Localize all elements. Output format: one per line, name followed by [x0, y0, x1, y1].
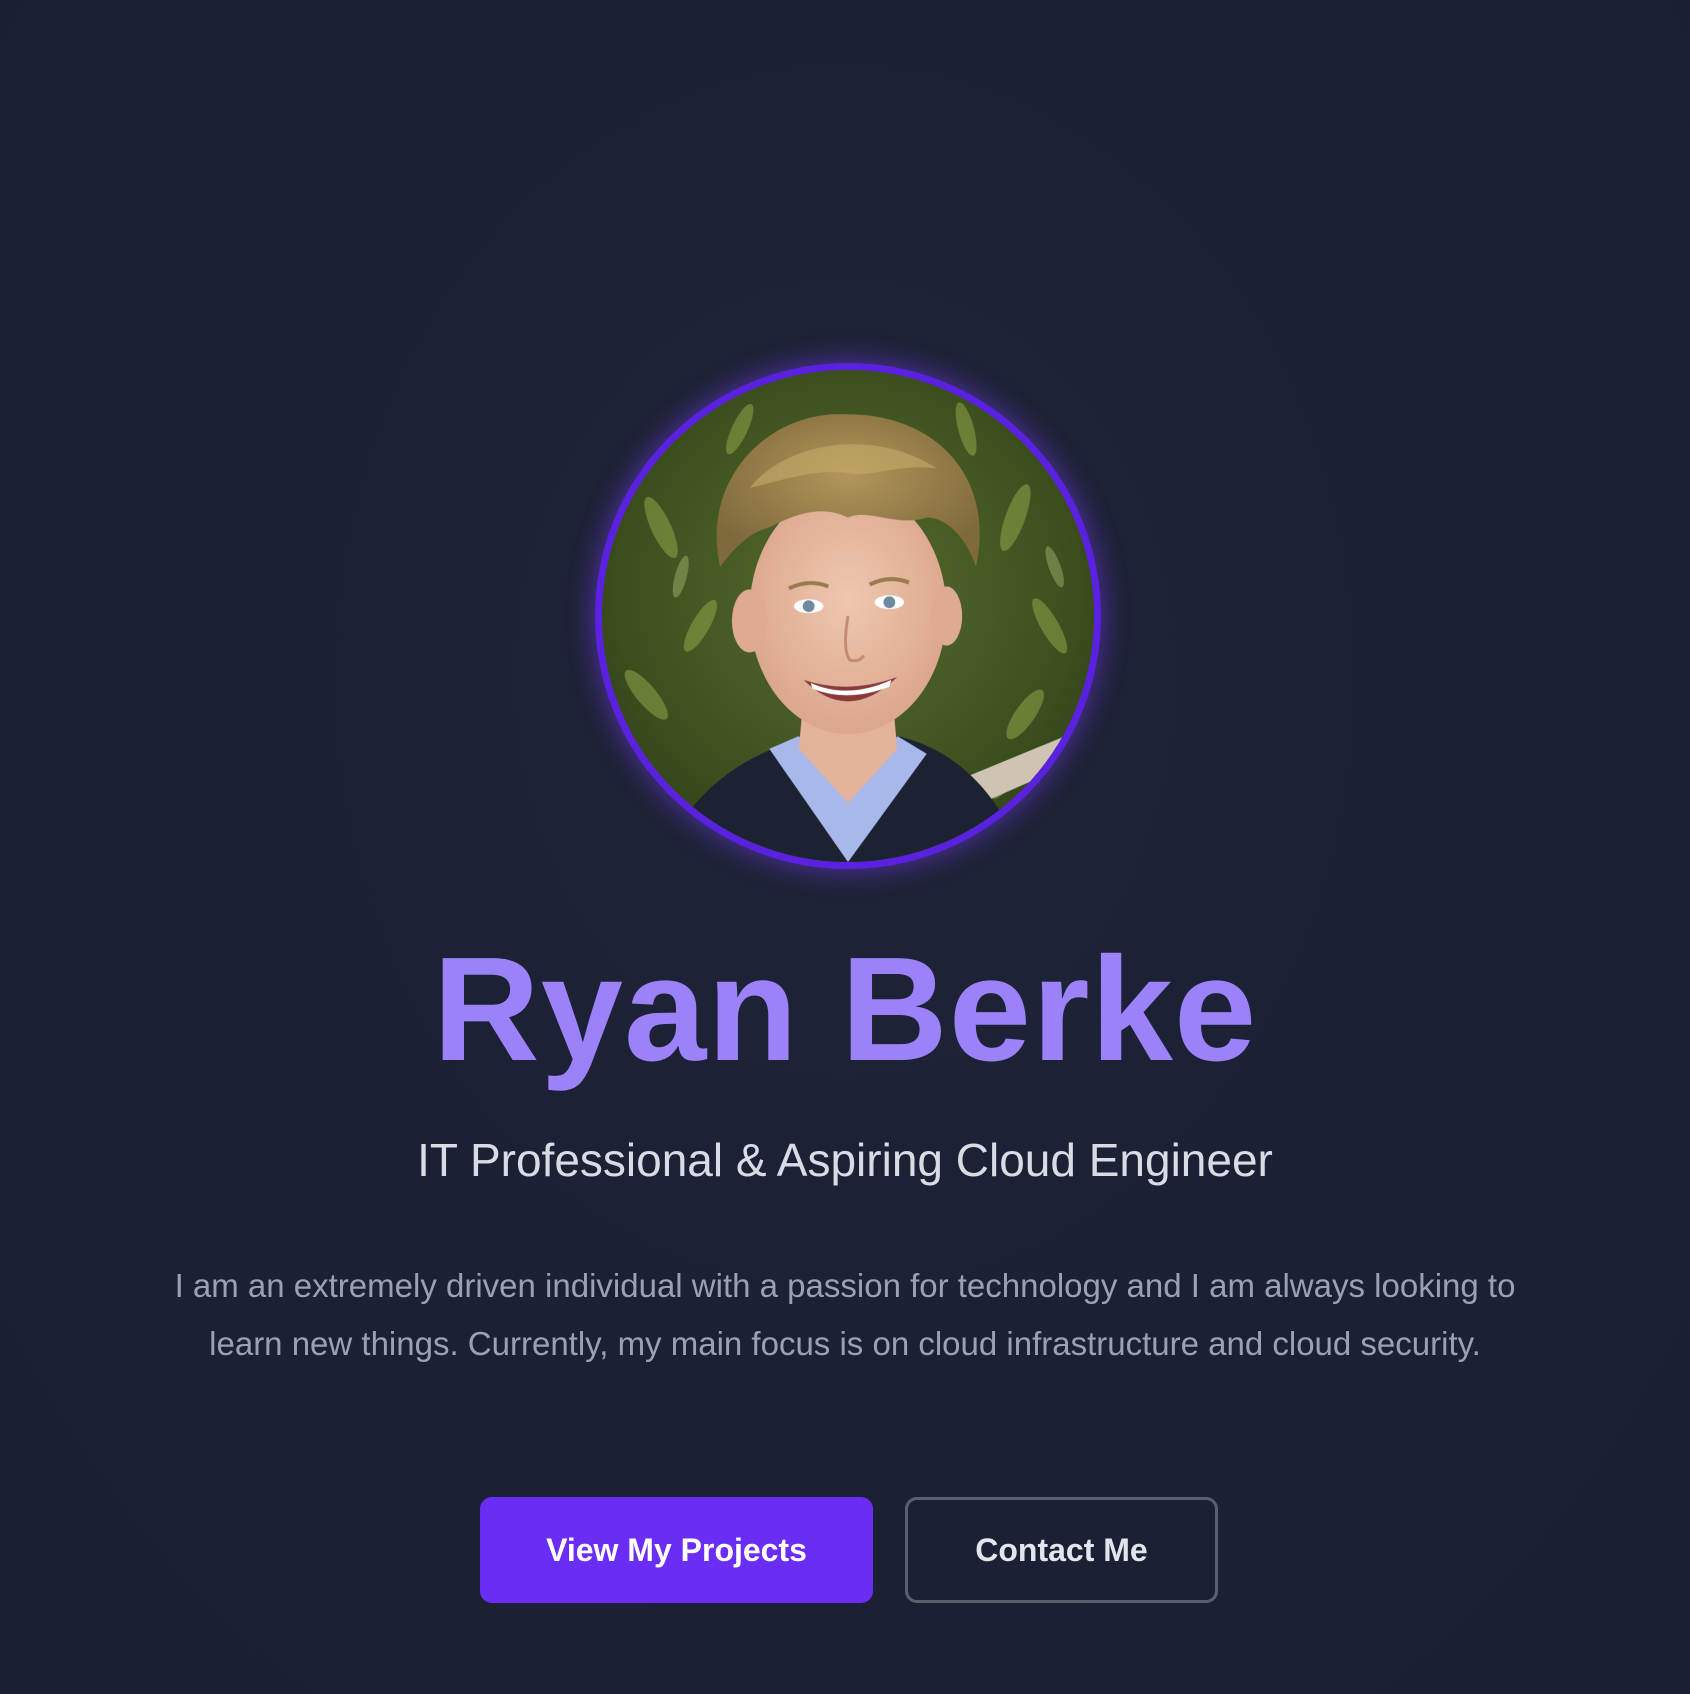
contact-me-button[interactable]: Contact Me — [905, 1497, 1218, 1603]
bio-text: I am an extremely driven individual with… — [174, 1267, 1516, 1362]
profile-photo — [595, 363, 1101, 869]
hero-section: Ryan Berke IT Professional & Aspiring Cl… — [0, 0, 1690, 1694]
name-heading: Ryan Berke — [432, 927, 1258, 1092]
view-projects-label: View My Projects — [546, 1531, 807, 1568]
view-projects-button[interactable]: View My Projects — [480, 1497, 873, 1603]
contact-me-label: Contact Me — [975, 1531, 1148, 1568]
subtitle: IT Professional & Aspiring Cloud Enginee… — [417, 1134, 1273, 1186]
